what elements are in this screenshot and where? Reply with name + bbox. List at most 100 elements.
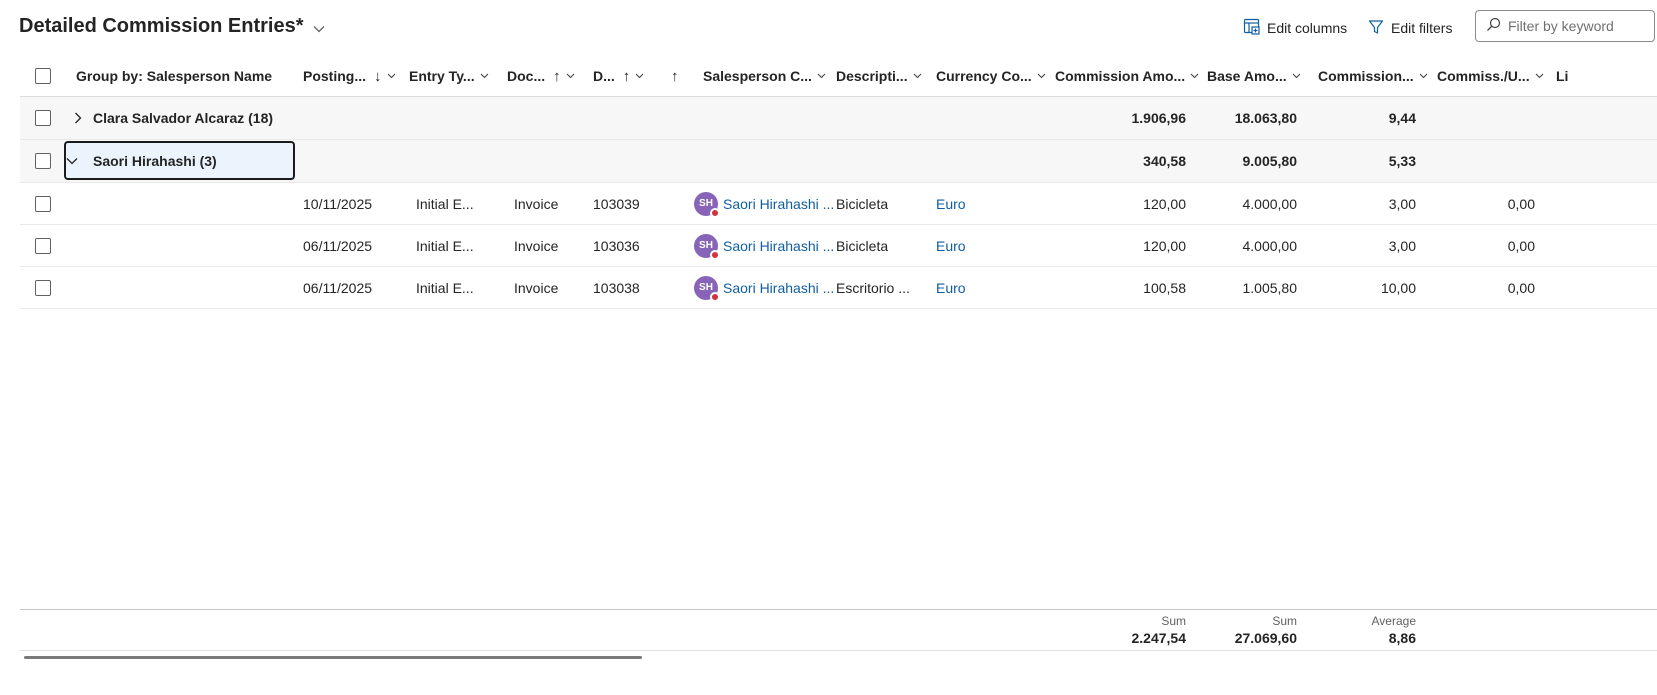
column-header-posting-date[interactable]: Posting... ↓ — [303, 56, 396, 96]
group-base-amount: 9.005,80 — [1242, 153, 1298, 169]
commission-amount-cell: 120,00 — [1143, 237, 1186, 254]
row-checkbox[interactable] — [35, 196, 51, 212]
currency-link[interactable]: Euro — [936, 183, 966, 224]
chevron-down-icon — [1535, 73, 1543, 79]
sort-ascending-icon: ↑ — [671, 67, 679, 85]
group-row[interactable]: Saori Hirahashi (3) 340,58 9.005,80 5,33 — [20, 140, 1657, 183]
edit-columns-button[interactable]: Edit columns — [1243, 17, 1347, 39]
salesperson-cell[interactable]: SH Saori Hirahashi ... — [694, 225, 834, 266]
column-header-description[interactable]: Descripti... — [836, 56, 922, 96]
column-header-entry-type[interactable]: Entry Ty... — [409, 56, 489, 96]
chevron-down-icon — [635, 73, 644, 79]
column-header-label: Group by: Salesperson Name — [76, 68, 273, 84]
document-no-cell: 103038 — [593, 279, 640, 296]
column-header-label: Posting... — [303, 68, 366, 84]
commission-per-unit-cell: 0,00 — [1507, 279, 1535, 296]
page-header: Detailed Commission Entries* Edit column… — [0, 0, 1657, 56]
row-checkbox[interactable] — [35, 280, 51, 296]
group-label: Clara Salvador Alcaraz (18) — [93, 110, 274, 126]
document-no-cell: 103036 — [593, 237, 640, 254]
aggregate-value: 27.069,60 — [1234, 630, 1297, 646]
chevron-down-icon — [1037, 73, 1046, 79]
posting-date-cell: 06/11/2025 — [303, 279, 373, 296]
salesperson-link[interactable]: Saori Hirahashi ... — [723, 280, 834, 296]
aggregate-label: Sum — [1161, 614, 1186, 628]
entry-type-cell: Initial E... — [416, 195, 474, 212]
column-header-document-no[interactable]: D... ↑ — [593, 56, 644, 96]
table-row[interactable]: 06/11/2025 Initial E... Invoice 103038 S… — [20, 267, 1657, 309]
column-header-label: Li — [1556, 68, 1569, 84]
presence-busy-icon — [710, 207, 720, 218]
chevron-down-icon[interactable] — [62, 140, 82, 182]
presence-busy-icon — [710, 249, 720, 260]
horizontal-scrollbar[interactable] — [24, 656, 642, 659]
column-header-overflow[interactable]: Li — [1556, 56, 1596, 96]
column-header-narrow[interactable]: ↑ — [663, 56, 679, 96]
commission-pct-cell: 3,00 — [1388, 237, 1416, 254]
column-header-label: Commission Amo... — [1055, 68, 1186, 84]
aggregate-label: Average — [1371, 614, 1416, 628]
commission-pct-cell: 3,00 — [1388, 195, 1416, 212]
search-input[interactable] — [1508, 18, 1648, 34]
group-base-amount: 18.063,80 — [1234, 110, 1297, 126]
column-header-document-type[interactable]: Doc... ↑ — [507, 56, 575, 96]
chevron-down-icon — [913, 73, 921, 79]
aggregate-label: Sum — [1272, 614, 1297, 628]
base-amount-cell: 4.000,00 — [1242, 195, 1298, 212]
row-checkbox[interactable] — [35, 110, 51, 126]
row-checkbox[interactable] — [35, 153, 51, 169]
presence-busy-icon — [710, 291, 720, 302]
commission-amount-cell: 120,00 — [1143, 195, 1186, 212]
salesperson-link[interactable]: Saori Hirahashi ... — [723, 238, 834, 254]
totals-footer: Sum 2.247,54 Sum 27.069,60 Average 8,86 — [20, 609, 1657, 651]
avatar: SH — [694, 233, 720, 260]
currency-link[interactable]: Euro — [936, 267, 966, 308]
column-header-commission-pct[interactable]: Commission... — [1318, 56, 1428, 96]
commission-per-unit-cell: 0,00 — [1507, 237, 1535, 254]
average-commission-pct: Average 8,86 — [1313, 614, 1416, 648]
column-header-label: Commiss./U... — [1437, 68, 1530, 84]
avatar-initials: SH — [699, 282, 713, 293]
description-cell: Escritorio ... — [836, 279, 910, 296]
document-no-cell: 103039 — [593, 195, 640, 212]
column-header-label: D... — [593, 68, 615, 84]
group-commission-amount: 1.906,96 — [1131, 110, 1187, 126]
commission-pct-cell: 10,00 — [1380, 279, 1416, 296]
column-header-label: Descripti... — [836, 68, 908, 84]
group-label: Saori Hirahashi (3) — [93, 153, 217, 169]
document-type-cell: Invoice — [514, 279, 559, 296]
column-header-commission-amount[interactable]: Commission Amo... — [1055, 56, 1199, 96]
salesperson-cell[interactable]: SH Saori Hirahashi ... — [694, 267, 834, 308]
row-checkbox[interactable] — [35, 238, 51, 254]
column-header-group-by[interactable]: Group by: Salesperson Name — [76, 56, 272, 96]
commission-per-unit-cell: 0,00 — [1507, 195, 1535, 212]
entry-type-cell: Initial E... — [416, 237, 474, 254]
group-commission-amount: 340,58 — [1143, 153, 1186, 169]
chevron-right-icon[interactable] — [68, 97, 88, 139]
currency-link[interactable]: Euro — [936, 225, 966, 266]
salesperson-link[interactable]: Saori Hirahashi ... — [723, 196, 834, 212]
column-header-salesperson-code[interactable]: Salesperson C... — [703, 56, 826, 96]
page-title: Detailed Commission Entries* — [19, 15, 304, 37]
column-header-label: Entry Ty... — [409, 68, 475, 84]
edit-filters-button[interactable]: Edit filters — [1368, 17, 1452, 39]
search-icon — [1486, 17, 1501, 35]
column-header-commission-per-unit[interactable]: Commiss./U... — [1437, 56, 1544, 96]
keyword-filter-box[interactable] — [1475, 10, 1655, 42]
group-row[interactable]: Clara Salvador Alcaraz (18) 1.906,96 18.… — [20, 97, 1657, 140]
select-all-checkbox[interactable] — [35, 68, 51, 84]
document-type-cell: Invoice — [514, 237, 559, 254]
column-header-currency-code[interactable]: Currency Co... — [936, 56, 1046, 96]
table-row[interactable]: 06/11/2025 Initial E... Invoice 103036 S… — [20, 225, 1657, 267]
edit-filters-label: Edit filters — [1391, 20, 1453, 36]
sort-ascending-icon: ↑ — [622, 67, 631, 85]
table-row[interactable]: 10/11/2025 Initial E... Invoice 103039 S… — [20, 183, 1657, 225]
salesperson-cell[interactable]: SH Saori Hirahashi ... — [694, 183, 834, 224]
posting-date-cell: 10/11/2025 — [303, 195, 373, 212]
view-title-button[interactable]: Detailed Commission Entries* — [19, 15, 325, 38]
entry-type-cell: Initial E... — [416, 279, 474, 296]
aggregate-value: 2.247,54 — [1131, 630, 1187, 646]
column-header-base-amount[interactable]: Base Amo... — [1207, 56, 1301, 96]
description-cell: Bicicleta — [836, 237, 889, 254]
chevron-down-icon — [387, 73, 395, 79]
